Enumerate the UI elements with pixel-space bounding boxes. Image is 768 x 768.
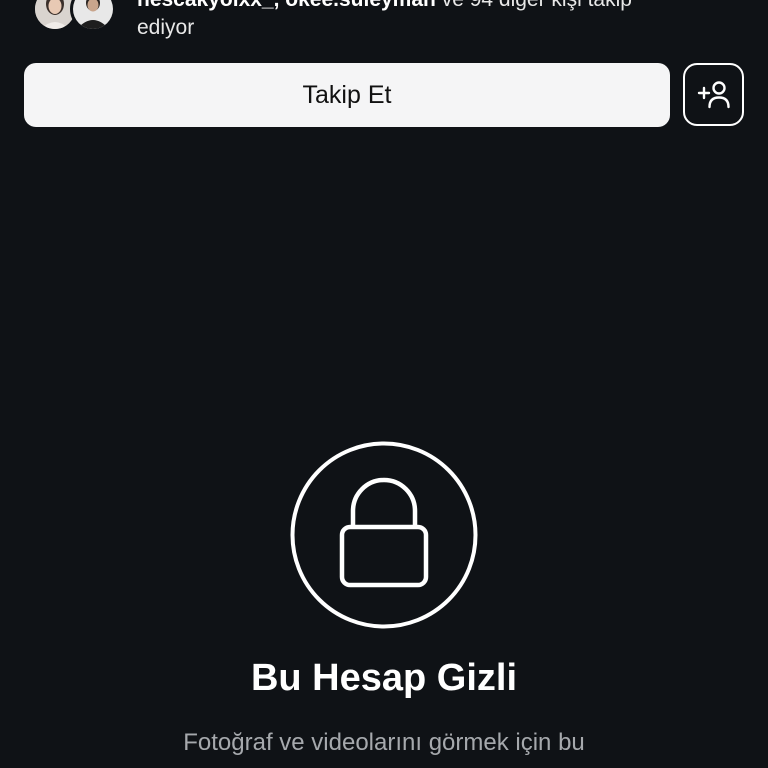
add-person-icon: [697, 80, 730, 108]
followed-by-text[interactable]: hescakyolxx_, ökee.suleyman ve 94 diğer …: [137, 0, 737, 42]
person-photo-icon: [73, 0, 113, 29]
suggested-accounts-button[interactable]: [683, 63, 744, 126]
person-photo-icon: [35, 0, 75, 29]
private-account-title: Bu Hesap Gizli: [250, 657, 518, 699]
followed-by-names[interactable]: hescakyolxx_, ökee.suleyman: [137, 0, 436, 11]
private-account-description: Fotoğraf ve videolarını görmek için bu: [183, 729, 585, 756]
followed-by-rest: ve 94 diğer kişi takip: [436, 0, 632, 11]
lock-icon: [290, 441, 478, 629]
avatar[interactable]: [70, 0, 116, 32]
followed-by-rest-line2: ediyor: [137, 16, 195, 39]
profile-screen: hescakyolxx_, ökee.suleyman ve 94 diğer …: [0, 0, 768, 768]
follow-button[interactable]: Takip Et: [24, 63, 670, 127]
followed-by-row[interactable]: hescakyolxx_, ökee.suleyman ve 94 diğer …: [32, 0, 752, 42]
